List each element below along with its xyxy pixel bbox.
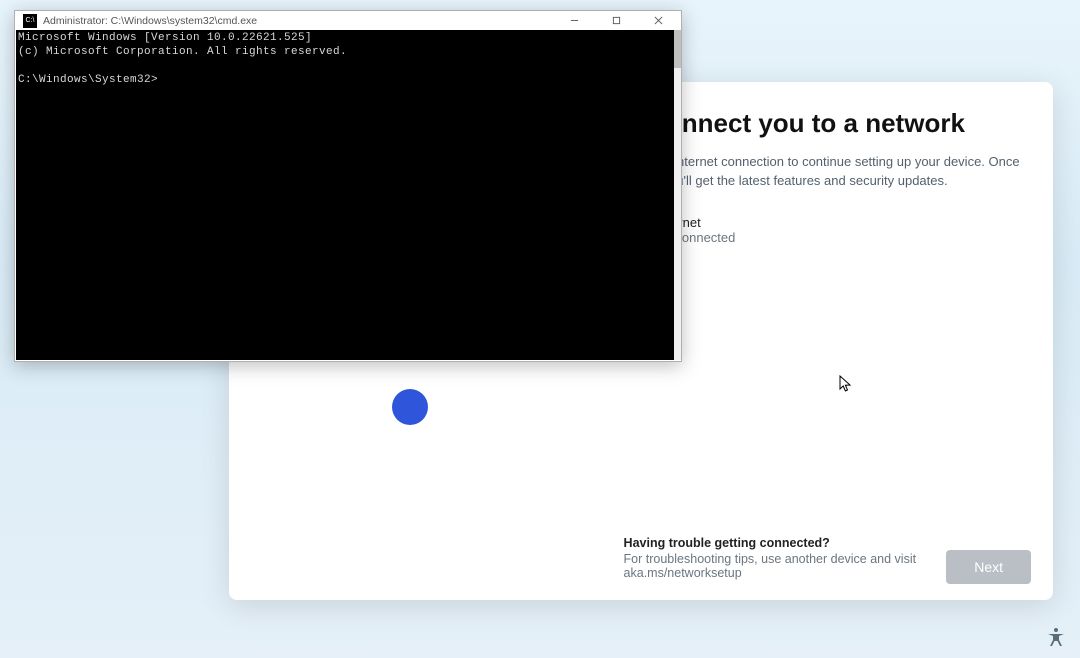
cmd-window: C:\ Administrator: C:\Windows\system32\c… <box>14 10 682 362</box>
help-heading: Having trouble getting connected? <box>624 536 1021 550</box>
cmd-prompt: C:\Windows\System32> <box>18 74 158 86</box>
minimize-button[interactable] <box>553 11 595 30</box>
cmd-app-icon: C:\ <box>23 14 37 28</box>
cmd-titlebar[interactable]: C:\ Administrator: C:\Windows\system32\c… <box>15 11 681 30</box>
oobe-description: need an internet connection to continue … <box>624 153 1021 191</box>
oobe-title: 's connect you to a network <box>624 108 1021 139</box>
cmd-scrollbar[interactable] <box>674 30 681 360</box>
cmd-body[interactable]: Microsoft Windows [Version 10.0.22621.52… <box>16 30 674 360</box>
close-button[interactable] <box>637 11 679 30</box>
next-button[interactable]: Next <box>946 550 1031 584</box>
network-item-ethernet[interactable]: Ethernet Not connected <box>624 215 1021 245</box>
accessibility-icon[interactable] <box>1044 626 1068 650</box>
cmd-scroll-thumb[interactable] <box>674 30 681 68</box>
cmd-line-2: (c) Microsoft Corporation. All rights re… <box>18 46 347 58</box>
maximize-button[interactable] <box>595 11 637 30</box>
cmd-title-text: Administrator: C:\Windows\system32\cmd.e… <box>43 15 553 27</box>
cmd-line-1: Microsoft Windows [Version 10.0.22621.52… <box>18 32 312 44</box>
